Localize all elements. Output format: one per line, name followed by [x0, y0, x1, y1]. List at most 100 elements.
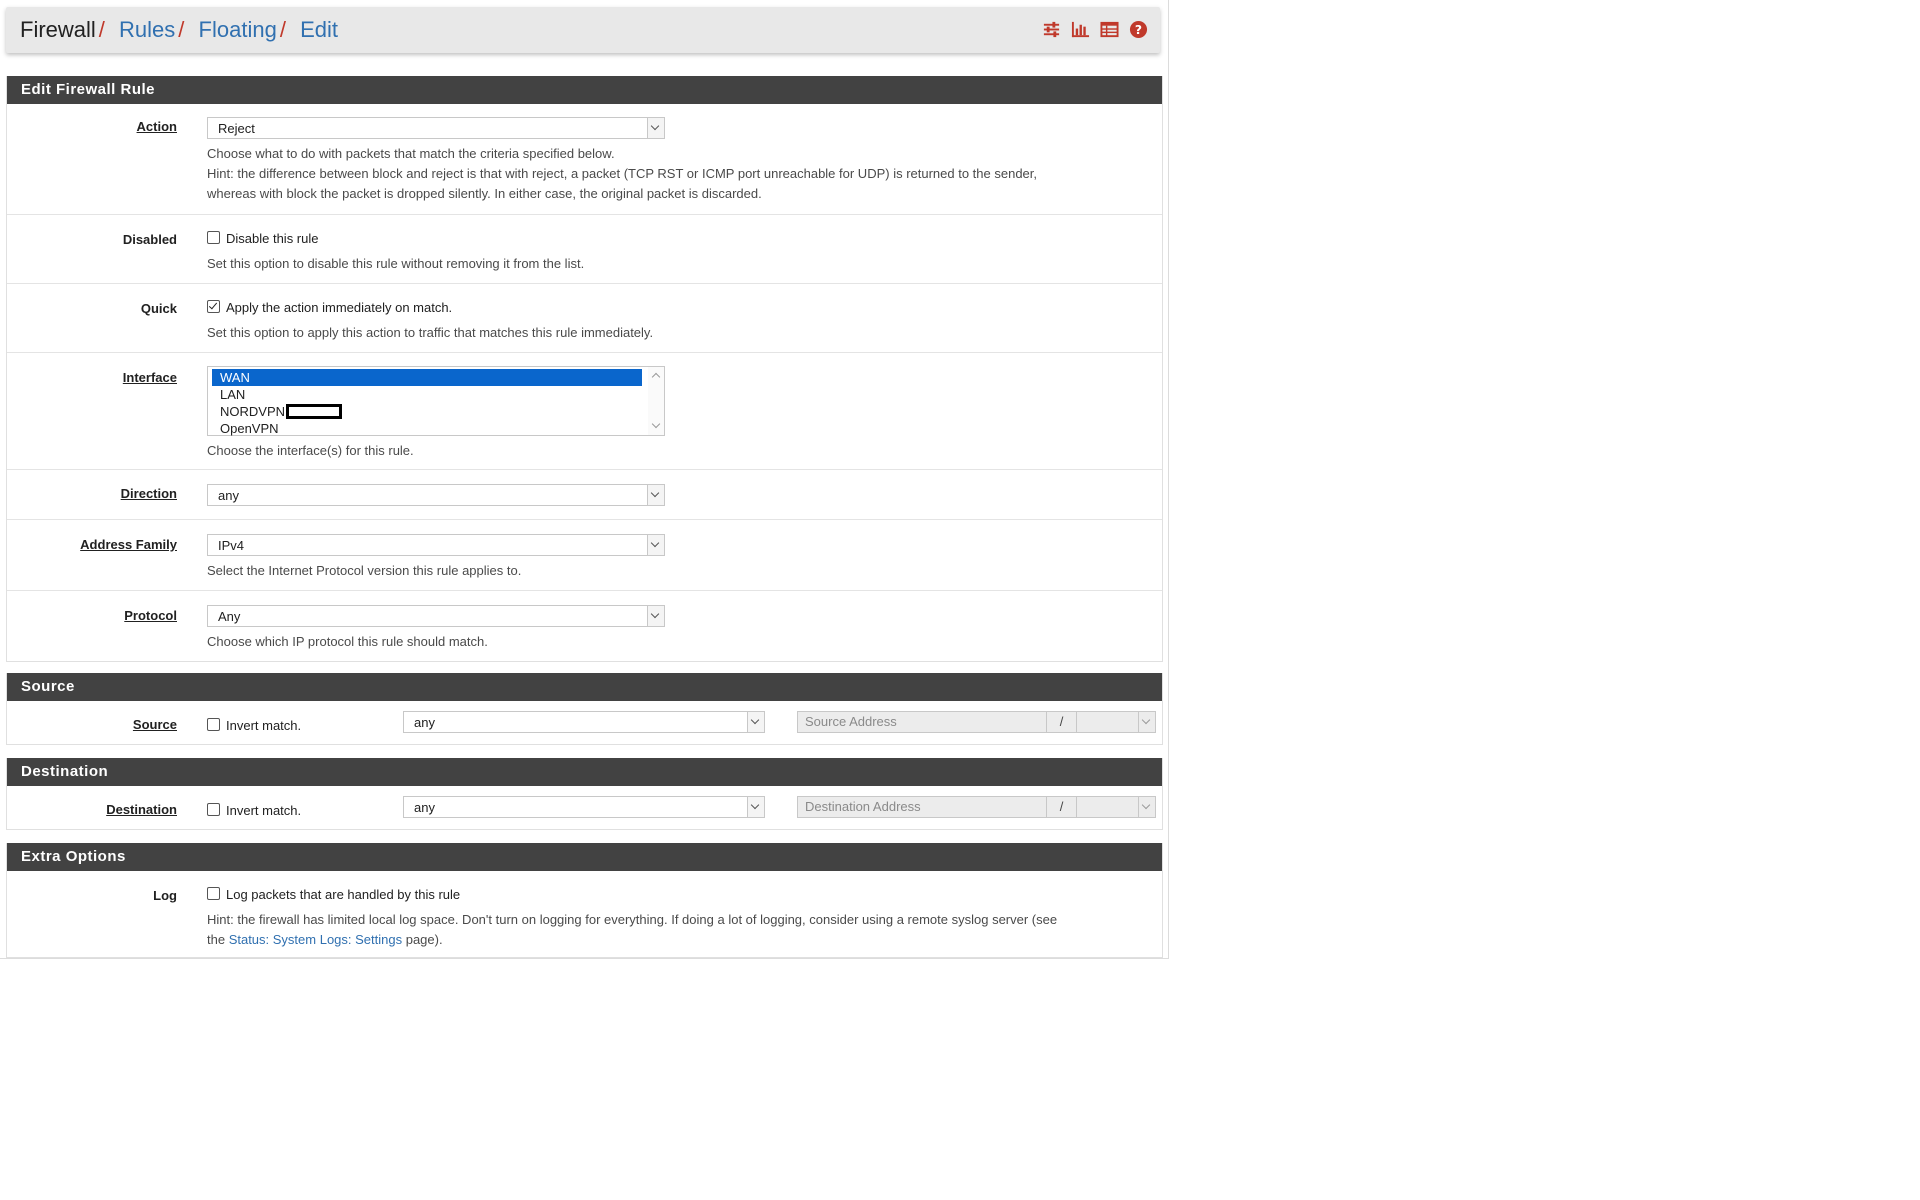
action-label: Action: [136, 119, 177, 134]
destination-row: Destination Invert match. any Destinatio…: [7, 786, 1162, 829]
chevron-down-icon: [1138, 712, 1155, 732]
table-icon[interactable]: [1100, 20, 1119, 39]
log-checkbox-line[interactable]: Log packets that are handled by this rul…: [207, 886, 1142, 904]
source-mask-separator: /: [1047, 711, 1077, 733]
source-label: Source: [132, 717, 177, 732]
destination-mask-select[interactable]: [1077, 796, 1156, 818]
breadcrumb-floating-link[interactable]: Floating: [199, 17, 277, 42]
log-hint-1: Hint: the firewall has limited local log…: [207, 912, 1058, 927]
destination-invert-checkbox[interactable]: [207, 803, 220, 816]
breadcrumb-separator: /: [178, 17, 185, 42]
quick-label: Quick: [140, 301, 177, 316]
source-address-input[interactable]: Source Address: [797, 711, 1047, 733]
quick-hint: Set this option to apply this action to …: [207, 325, 654, 340]
disabled-checkbox[interactable]: [207, 231, 220, 244]
log-checkbox-label[interactable]: Log packets that are handled by this rul…: [226, 887, 460, 902]
destination-type-select[interactable]: any: [403, 796, 765, 818]
page-container: Firewall / Rules / Floating / Edit ? Edi…: [0, 0, 1169, 959]
chevron-down-icon: [647, 535, 664, 555]
address-family-label: Address Family: [80, 537, 177, 552]
interface-listbox[interactable]: WAN LAN NORDVPN OpenVPN: [207, 366, 665, 436]
direction-row: Direction any: [7, 470, 1162, 520]
help-icon[interactable]: ?: [1129, 20, 1148, 39]
breadcrumb-rules-link[interactable]: Rules: [119, 17, 175, 42]
address-family-select[interactable]: IPv4: [207, 534, 665, 556]
source-invert-checkbox[interactable]: [207, 718, 220, 731]
destination-label: Destination: [106, 802, 177, 817]
svg-text:?: ?: [1135, 23, 1142, 37]
source-invert-label[interactable]: Invert match.: [226, 718, 301, 733]
address-family-hint: Select the Internet Protocol version thi…: [207, 563, 522, 578]
panel-title: Edit Firewall Rule: [7, 76, 1162, 104]
source-type-select[interactable]: any: [403, 711, 765, 733]
log-content: Log packets that are handled by this rul…: [207, 886, 1142, 950]
breadcrumb-firewall: Firewall: [20, 17, 96, 42]
action-content: Reject Choose what to do with packets th…: [207, 117, 1142, 204]
log-checkbox[interactable]: [207, 887, 220, 900]
destination-address-input[interactable]: Destination Address: [797, 796, 1047, 818]
protocol-label: Protocol: [124, 608, 177, 623]
address-family-select-value: IPv4: [218, 538, 245, 553]
log-hint-2-pre: the: [207, 932, 229, 947]
action-hint-3: whereas with block the packet is dropped…: [207, 186, 762, 201]
chevron-down-icon: [647, 606, 664, 626]
system-logs-settings-link[interactable]: Status: System Logs: Settings: [229, 932, 402, 947]
chevron-down-icon: [747, 712, 764, 732]
disabled-content: Disable this rule Set this option to dis…: [207, 230, 1142, 274]
disabled-checkbox-line[interactable]: Disable this rule: [207, 230, 1142, 248]
breadcrumb-edit-link[interactable]: Edit: [300, 17, 338, 42]
direction-content: any: [207, 484, 1142, 506]
interface-hint: Choose the interface(s) for this rule.: [207, 443, 414, 458]
interface-option-wan[interactable]: WAN: [212, 369, 642, 386]
sliders-icon[interactable]: [1042, 20, 1061, 39]
panel-title: Destination: [7, 758, 1162, 786]
action-select-value: Reject: [218, 121, 255, 136]
destination-invert-line[interactable]: Invert match.: [207, 802, 301, 820]
chevron-down-icon: [747, 797, 764, 817]
protocol-select-value: Any: [218, 609, 241, 624]
destination-invert-label[interactable]: Invert match.: [226, 803, 301, 818]
interface-content: WAN LAN NORDVPN OpenVPN Choose the inter…: [207, 366, 1142, 461]
panel-title: Source: [7, 673, 1162, 701]
interface-option-lan[interactable]: LAN: [212, 386, 642, 403]
redaction-box: [286, 404, 342, 419]
quick-row: Quick Apply the action immediately on ma…: [7, 284, 1162, 353]
quick-checkbox-label[interactable]: Apply the action immediately on match.: [226, 300, 452, 315]
action-select[interactable]: Reject: [207, 117, 665, 139]
breadcrumb-separator: /: [279, 17, 286, 42]
address-family-content: IPv4 Select the Internet Protocol versio…: [207, 534, 1142, 581]
quick-content: Apply the action immediately on match. S…: [207, 299, 1142, 343]
protocol-select[interactable]: Any: [207, 605, 665, 627]
disabled-hint: Set this option to disable this rule wit…: [207, 256, 585, 271]
interface-option-nordvpn[interactable]: NORDVPN: [212, 403, 642, 420]
protocol-row: Protocol Any Choose which IP protocol th…: [7, 591, 1162, 661]
quick-checkbox-line[interactable]: Apply the action immediately on match.: [207, 299, 1142, 317]
destination-panel: Destination Destination Invert match. an…: [6, 758, 1163, 830]
source-type-value: any: [414, 715, 435, 730]
listbox-scrollbar[interactable]: [648, 367, 664, 435]
direction-select[interactable]: any: [207, 484, 665, 506]
interface-label: Interface: [122, 370, 177, 385]
log-hint-2: the Status: System Logs: Settings page).: [207, 930, 1142, 950]
interface-option-openvpn[interactable]: OpenVPN: [212, 420, 642, 437]
disabled-checkbox-label[interactable]: Disable this rule: [226, 231, 319, 246]
chevron-down-icon: [1138, 797, 1155, 817]
scroll-up-icon[interactable]: [651, 372, 661, 382]
bar-chart-icon[interactable]: [1071, 20, 1090, 39]
scroll-down-icon[interactable]: [651, 419, 661, 429]
source-row: Source Invert match. any Source Address …: [7, 701, 1162, 744]
log-label: Log: [153, 888, 177, 903]
breadcrumb: Firewall / Rules / Floating / Edit: [20, 18, 338, 42]
action-hint-2: Hint: the difference between block and r…: [207, 166, 1038, 181]
source-mask-select[interactable]: [1077, 711, 1156, 733]
source-invert-line[interactable]: Invert match.: [207, 717, 301, 735]
action-row: Action Reject Choose what to do with pac…: [7, 104, 1162, 215]
extra-options-panel: Extra Options Log Log packets that are h…: [6, 843, 1163, 958]
panel-title: Extra Options: [7, 843, 1162, 871]
interface-option-nordvpn-label: NORDVPN: [220, 404, 286, 419]
quick-checkbox[interactable]: [207, 300, 220, 313]
chevron-down-icon: [647, 118, 664, 138]
interface-row: Interface WAN LAN NORDVPN OpenVPN Choose…: [7, 353, 1162, 470]
chevron-down-icon: [647, 485, 664, 505]
edit-rule-panel: Edit Firewall Rule Action Reject Choose …: [6, 76, 1163, 662]
